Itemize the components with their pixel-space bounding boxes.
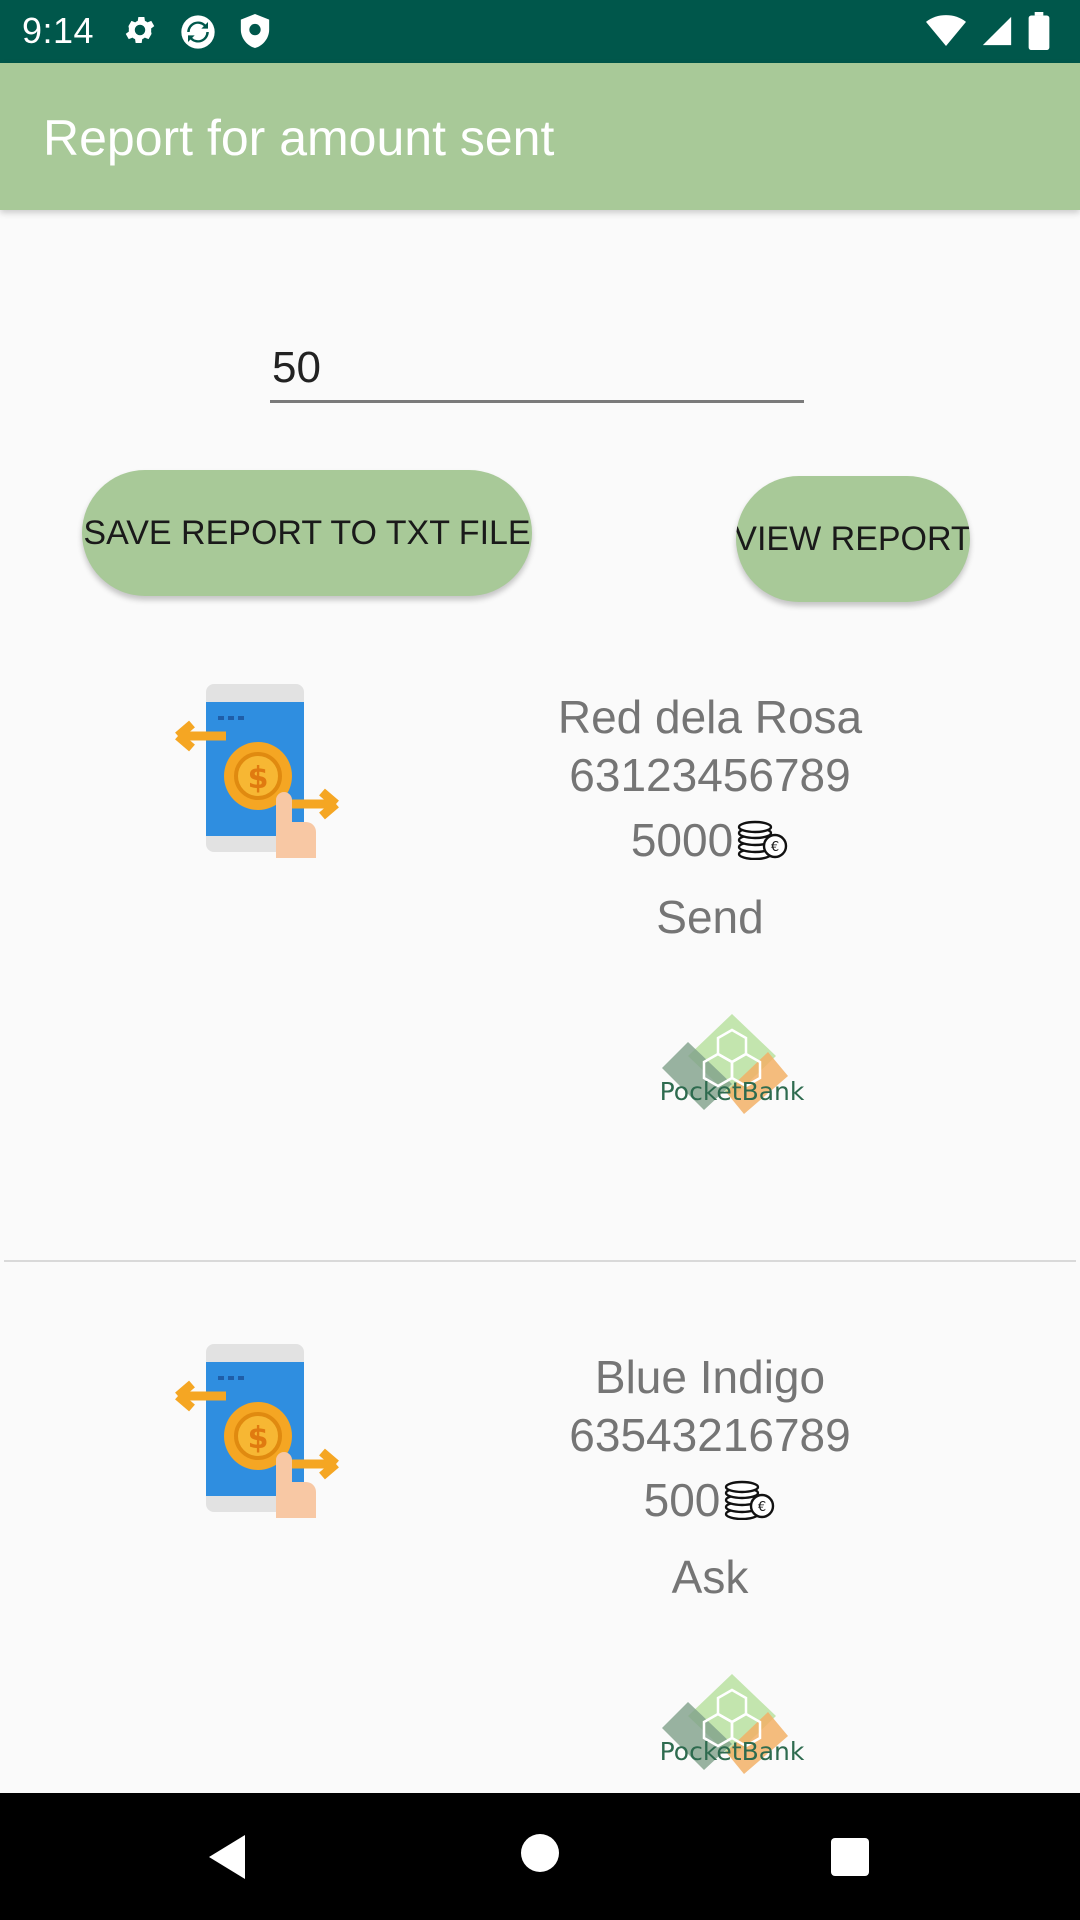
recipient-phone: 63543216789	[569, 1409, 851, 1461]
view-report-button[interactable]: VIEW REPORT	[736, 476, 970, 602]
recipient-phone: 63123456789	[569, 749, 851, 801]
amount-value: 500	[643, 1474, 721, 1526]
page-title: Report for amount sent	[43, 110, 555, 166]
amount-row: 5000 €	[500, 813, 920, 867]
svg-text:€: €	[771, 840, 779, 855]
coins-icon: €	[737, 820, 788, 860]
app-bar: Report for amount sent	[0, 63, 1080, 210]
bank-logo-text: PocketBank	[660, 1737, 805, 1766]
save-report-button[interactable]: SAVE REPORT TO TXT FILE	[82, 470, 532, 596]
money-transfer-icon: $	[175, 1344, 339, 1518]
gear-icon	[125, 16, 155, 44]
svg-text:€: €	[758, 1500, 766, 1515]
transaction-type: Send	[656, 891, 764, 943]
divider	[4, 1260, 1076, 1262]
recent-apps-icon[interactable]	[830, 1837, 870, 1877]
coins-icon: €	[725, 1480, 775, 1520]
home-icon[interactable]	[520, 1833, 560, 1873]
amount-row: 500 €	[500, 1473, 920, 1527]
navigation-bar	[0, 1793, 1080, 1920]
status-bar: 9:14	[0, 0, 1080, 63]
pocketbank-logo: PocketBank	[660, 1014, 805, 1114]
status-time: 9:14	[22, 10, 95, 51]
recipient-name: Red dela Rosa	[557, 691, 863, 743]
back-icon[interactable]	[205, 1833, 249, 1881]
battery-icon	[1028, 12, 1050, 50]
pocketbank-logo: PocketBank	[660, 1674, 805, 1774]
signal-icon	[982, 16, 1012, 46]
svg-text:$: $	[248, 1421, 269, 1456]
sync-app-icon	[181, 15, 215, 49]
money-transfer-icon: $	[175, 684, 339, 858]
wifi-icon	[926, 15, 966, 46]
shield-icon	[240, 14, 270, 48]
svg-text:$: $	[248, 761, 269, 796]
recipient-name: Blue Indigo	[594, 1351, 826, 1403]
amount-input[interactable]	[270, 336, 804, 403]
bank-logo-text: PocketBank	[660, 1077, 805, 1106]
amount-value: 5000	[630, 814, 734, 866]
transaction-type: Ask	[671, 1551, 749, 1603]
status-notification-icons	[122, 12, 272, 52]
status-system-icons	[926, 12, 1050, 50]
